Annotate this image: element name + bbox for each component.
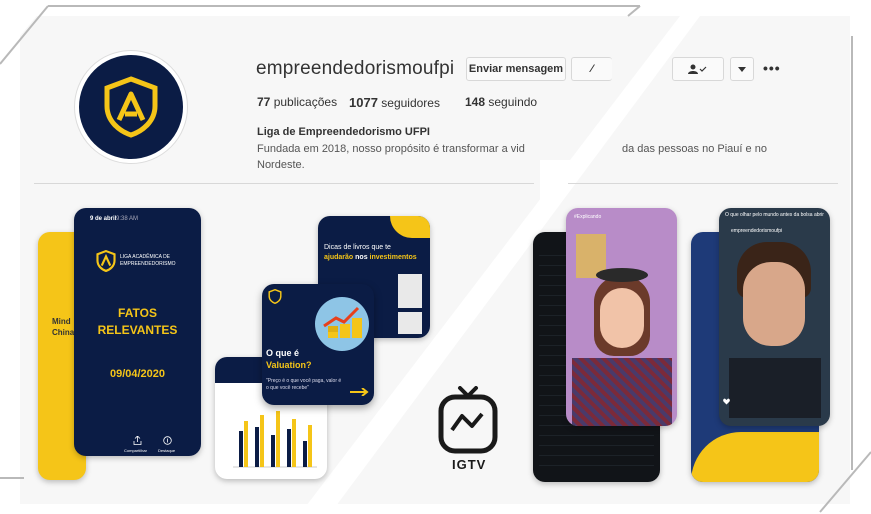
person-face bbox=[600, 288, 644, 348]
post-bolsa-video[interactable]: O que olhar pelo mundo antes da bolsa ab… bbox=[719, 208, 830, 426]
followers-stat[interactable]: 1077 seguidores bbox=[349, 95, 440, 110]
person-shirt-2 bbox=[729, 358, 821, 418]
share-label: Compartilhar bbox=[124, 448, 147, 453]
coins-growth-icon bbox=[315, 297, 369, 351]
bio-line-1a: Fundada em 2018, nosso propósito é trans… bbox=[257, 143, 525, 155]
post-explicando-video[interactable]: #Explicando bbox=[566, 208, 677, 426]
chevron-down-icon bbox=[738, 66, 746, 72]
divider-left bbox=[34, 183, 534, 184]
igtv-icon[interactable] bbox=[438, 386, 498, 454]
book-cover-1 bbox=[398, 274, 422, 308]
books-title: Dicas de livros que te bbox=[324, 244, 391, 251]
followers-label: seguidores bbox=[381, 96, 440, 110]
story-title-line-1: FATOS bbox=[118, 306, 157, 320]
valuation-quote: "Preço é o que você paga, valor é o que … bbox=[266, 378, 342, 391]
following-stat[interactable]: 148 seguindo bbox=[465, 95, 537, 109]
left-card-line-1: Mind bbox=[52, 317, 71, 326]
user-check-icon bbox=[688, 64, 707, 74]
post-fatos-relevantes[interactable]: 9 de abril 9:38 AM LIGA ACADÊMICA DE EMP… bbox=[74, 208, 201, 456]
video-caption: O que olhar pelo mundo antes da bolsa ab… bbox=[725, 212, 824, 218]
story-time: 9:38 AM bbox=[116, 216, 139, 222]
follow-options-button[interactable]: ⁄ bbox=[571, 57, 612, 81]
profile-avatar[interactable] bbox=[74, 50, 188, 164]
send-message-button[interactable]: Enviar mensagem bbox=[466, 57, 566, 81]
story-date: 9 de abril bbox=[90, 216, 117, 222]
posts-count: 77 bbox=[257, 95, 271, 109]
following-count: 148 bbox=[465, 95, 486, 109]
suggestions-dropdown-button[interactable] bbox=[730, 57, 754, 81]
highlight-icon[interactable] bbox=[163, 436, 172, 445]
heart-icon[interactable] bbox=[723, 398, 730, 405]
share-icon[interactable] bbox=[133, 436, 142, 445]
arrow-right-icon bbox=[350, 388, 369, 396]
valuation-question: O que é bbox=[266, 348, 300, 358]
followers-count: 1077 bbox=[349, 95, 378, 110]
valuation-logo-icon bbox=[268, 289, 282, 304]
divider-right bbox=[568, 183, 838, 184]
books-accent bbox=[390, 216, 430, 238]
left-card-text: Mind China bbox=[52, 316, 74, 338]
video-label: #Explicando bbox=[574, 214, 602, 220]
following-button[interactable] bbox=[672, 57, 724, 81]
books-sub-2: nos bbox=[355, 254, 368, 261]
dark-card-accent bbox=[691, 432, 819, 482]
left-card-line-2: China bbox=[52, 328, 75, 337]
more-icon[interactable]: ••• bbox=[763, 60, 781, 76]
posts-label: publicações bbox=[273, 95, 338, 109]
book-cover-2 bbox=[398, 312, 422, 334]
following-label: seguindo bbox=[488, 95, 538, 109]
profile-username: empreendedorismoufpi bbox=[256, 58, 455, 79]
books-sub-1: ajudarão bbox=[324, 254, 354, 261]
story-date-big: 09/04/2020 bbox=[109, 368, 166, 380]
league-logo-text: LIGA ACADÊMICA DE EMPREENDEDORISMO bbox=[120, 254, 176, 267]
shield-logo-icon bbox=[104, 76, 158, 138]
books-sub-3: investimentos bbox=[369, 254, 417, 261]
igtv-label: IGTV bbox=[452, 457, 487, 472]
post-valuation[interactable]: O que é Valuation? "Preço é o que você p… bbox=[262, 284, 374, 405]
bio-name: Liga de Empreendedorismo UFPI bbox=[257, 126, 430, 138]
posts-stat[interactable]: 77 publicações bbox=[257, 95, 337, 109]
video-user: empreendedorismoufpi bbox=[731, 228, 783, 234]
bio-line-2: Nordeste. bbox=[257, 159, 305, 171]
story-title-line-2: RELEVANTES bbox=[97, 323, 178, 337]
highlight-label: Destaque bbox=[158, 448, 176, 453]
avatar-logo-background bbox=[79, 55, 183, 159]
bio-line-1b: da das pessoas no Piauí e no bbox=[622, 143, 767, 155]
person-shirt bbox=[572, 358, 672, 426]
person-face-2 bbox=[743, 262, 805, 346]
league-logo-icon bbox=[96, 250, 116, 272]
hair-bow bbox=[596, 268, 648, 282]
slash-glyph: ⁄ bbox=[591, 63, 593, 75]
valuation-word: Valuation? bbox=[266, 360, 312, 370]
books-subtitle: ajudarão nos investimentos bbox=[324, 254, 417, 261]
